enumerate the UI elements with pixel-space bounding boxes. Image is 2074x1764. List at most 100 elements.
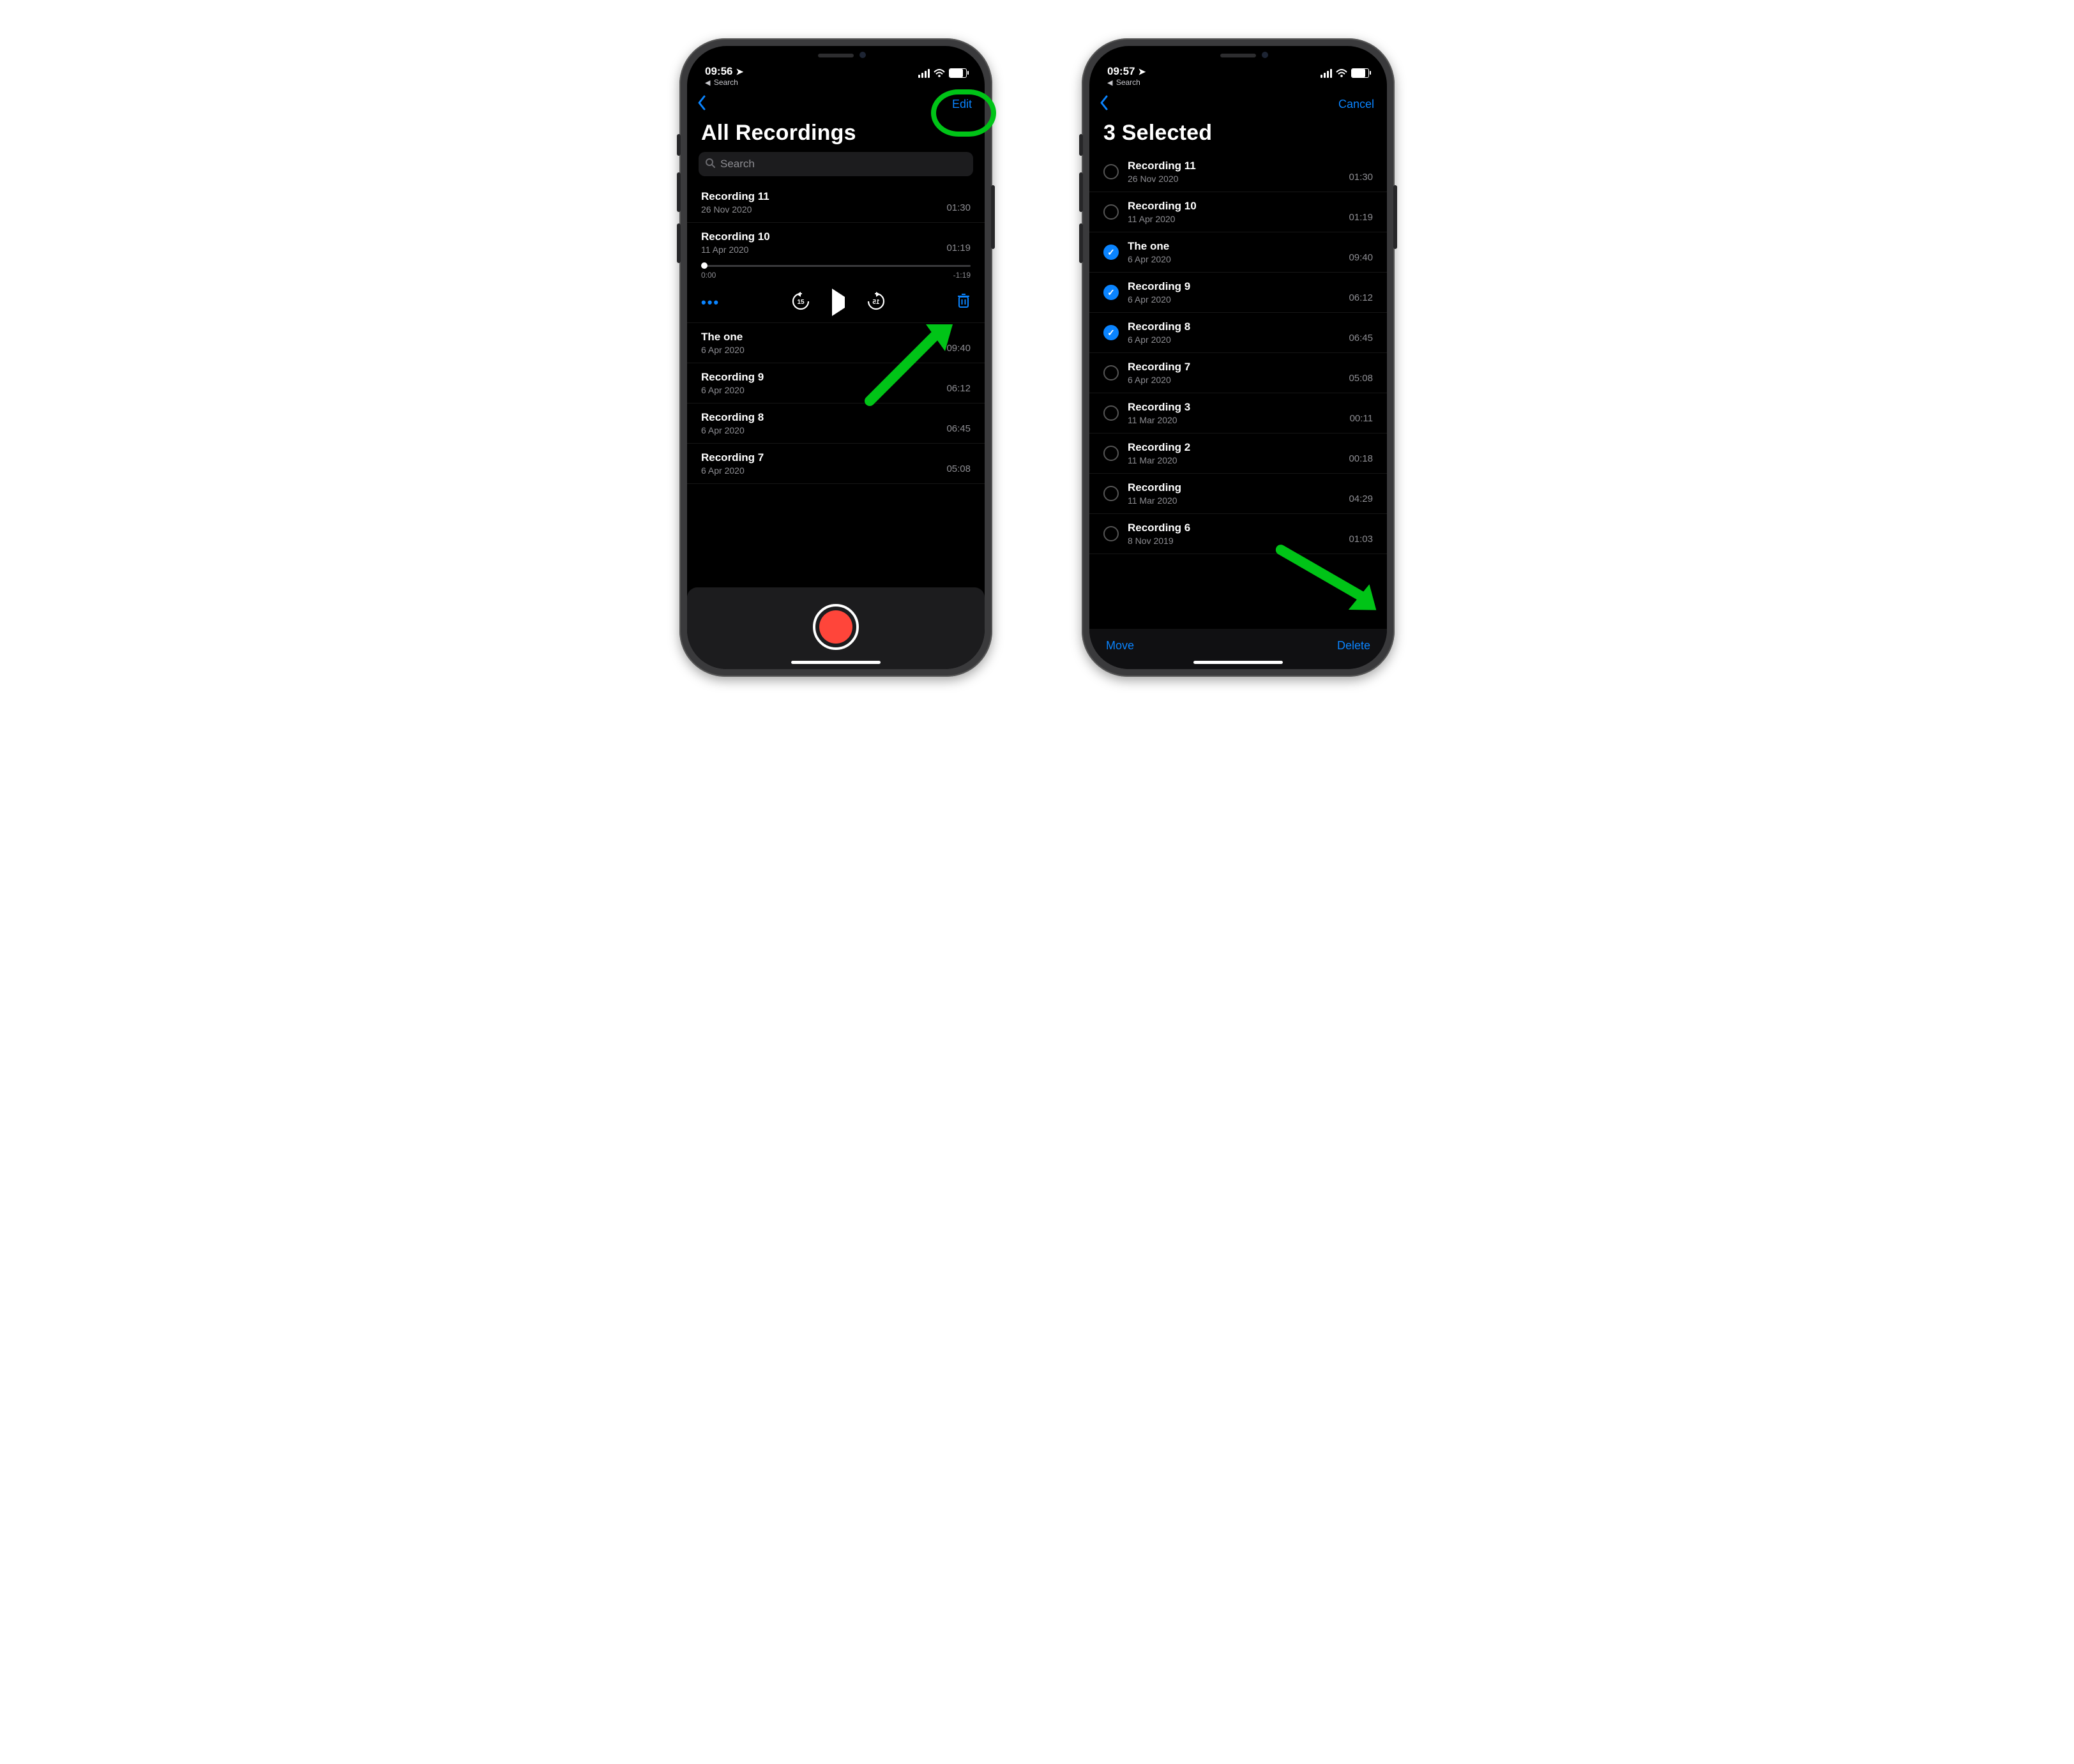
recording-duration: 01:30 xyxy=(1349,172,1373,184)
recording-date: 6 Apr 2020 xyxy=(1128,335,1340,345)
recording-name: The one xyxy=(701,331,937,343)
record-button[interactable] xyxy=(813,604,859,650)
phone-left: 09:56 ➤ ◀ Search Edit All Recordings Sea… xyxy=(679,38,992,677)
recordings-list[interactable]: Recording 11 26 Nov 2020 01:30 Recording… xyxy=(687,183,985,587)
battery-icon xyxy=(1351,68,1369,78)
recordings-list-selectable[interactable]: Recording 1126 Nov 202001:30Recording 10… xyxy=(1089,152,1387,629)
recording-row[interactable]: Recording 96 Apr 2020 06:12 xyxy=(687,363,985,403)
selection-checkbox[interactable] xyxy=(1103,285,1119,300)
cancel-button[interactable]: Cancel xyxy=(1338,98,1374,111)
recording-name: Recording 3 xyxy=(1128,401,1341,414)
remaining-time: -1:19 xyxy=(953,271,971,280)
recording-row[interactable]: Recording 76 Apr 202005:08 xyxy=(1089,353,1387,393)
recording-row[interactable]: Recording11 Mar 2020 04:29 xyxy=(1089,474,1387,514)
recording-row[interactable]: Recording 86 Apr 2020 06:45 xyxy=(687,403,985,444)
recording-row[interactable]: Recording 311 Mar 202000:11 xyxy=(1089,393,1387,433)
status-time: 09:57 xyxy=(1107,65,1135,78)
recording-duration: 01:30 xyxy=(946,202,971,215)
selection-checkbox[interactable] xyxy=(1103,164,1119,179)
record-dot-icon xyxy=(819,610,852,644)
power-button xyxy=(1393,185,1397,249)
breadcrumb-back[interactable]: ◀ Search xyxy=(687,78,985,87)
recording-row[interactable]: Recording 76 Apr 2020 05:08 xyxy=(687,444,985,484)
more-icon[interactable]: ••• xyxy=(701,294,720,311)
move-button[interactable]: Move xyxy=(1106,639,1134,652)
selection-checkbox[interactable] xyxy=(1103,405,1119,421)
recording-name: Recording 8 xyxy=(1128,320,1340,333)
recording-duration: 09:40 xyxy=(1349,252,1373,264)
selection-checkbox[interactable] xyxy=(1103,526,1119,541)
recording-row-expanded[interactable]: Recording 10 11 Apr 2020 01:19 xyxy=(687,223,985,257)
recording-duration: 06:12 xyxy=(946,383,971,395)
cellular-icon xyxy=(1321,69,1332,78)
status-indicators xyxy=(1321,68,1369,78)
recording-date: 26 Nov 2020 xyxy=(701,204,937,215)
location-icon: ➤ xyxy=(1138,66,1146,77)
recording-date: 6 Apr 2020 xyxy=(1128,294,1340,305)
recording-duration: 06:12 xyxy=(1349,292,1373,305)
elapsed-time: 0:00 xyxy=(701,271,716,280)
volume-up-button xyxy=(677,172,681,212)
skip-back-15-icon[interactable] xyxy=(791,291,810,313)
recording-duration: 04:29 xyxy=(1349,494,1373,506)
recording-name: Recording 9 xyxy=(1128,280,1340,293)
breadcrumb-back[interactable]: ◀ Search xyxy=(1089,78,1387,87)
wifi-icon xyxy=(934,69,945,78)
recording-duration: 01:19 xyxy=(1349,212,1373,224)
trash-icon[interactable] xyxy=(957,292,971,312)
delete-button[interactable]: Delete xyxy=(1337,639,1370,652)
selection-checkbox[interactable] xyxy=(1103,325,1119,340)
mute-switch xyxy=(677,134,681,156)
back-button[interactable] xyxy=(696,94,708,114)
recording-duration: 09:40 xyxy=(946,343,971,355)
recording-date: 8 Nov 2019 xyxy=(1128,536,1340,546)
recording-date: 11 Apr 2020 xyxy=(1128,214,1340,224)
play-icon xyxy=(832,289,845,316)
recording-row[interactable]: Recording 1011 Apr 202001:19 xyxy=(1089,192,1387,232)
recording-row[interactable]: Recording 11 26 Nov 2020 01:30 xyxy=(687,183,985,223)
recording-date: 6 Apr 2020 xyxy=(701,425,937,435)
battery-icon xyxy=(949,68,967,78)
back-button[interactable] xyxy=(1098,94,1110,114)
player-panel: 0:00 -1:19 ••• xyxy=(687,257,985,323)
recording-date: 11 Apr 2020 xyxy=(701,245,937,255)
recording-name: Recording xyxy=(1128,481,1340,494)
recording-name: Recording 7 xyxy=(1128,361,1340,373)
recording-date: 6 Apr 2020 xyxy=(1128,375,1340,385)
location-icon: ➤ xyxy=(736,66,743,77)
scrubber-knob[interactable] xyxy=(701,262,708,269)
volume-down-button xyxy=(1079,223,1083,263)
recording-row[interactable]: Recording 96 Apr 2020 06:12 xyxy=(1089,273,1387,313)
status-time: 09:56 xyxy=(705,65,732,78)
recording-duration: 06:45 xyxy=(1349,333,1373,345)
selection-checkbox[interactable] xyxy=(1103,204,1119,220)
selection-checkbox[interactable] xyxy=(1103,486,1119,501)
recording-row[interactable]: The one6 Apr 202009:40 xyxy=(1089,232,1387,273)
recording-row[interactable]: The one 6 Apr 2020 09:40 xyxy=(687,323,985,363)
recording-row[interactable]: Recording 8 6 Apr 2020 06:45 xyxy=(1089,313,1387,353)
home-indicator[interactable] xyxy=(791,661,881,664)
selection-checkbox[interactable] xyxy=(1103,446,1119,461)
edit-button[interactable]: Edit xyxy=(952,98,972,111)
recording-row[interactable]: Recording 68 Nov 201901:03 xyxy=(1089,514,1387,554)
recording-row[interactable]: Recording 1126 Nov 202001:30 xyxy=(1089,152,1387,192)
play-button[interactable] xyxy=(832,297,845,308)
recording-date: 11 Mar 2020 xyxy=(1128,495,1340,506)
volume-down-button xyxy=(677,223,681,263)
skip-forward-15-icon[interactable] xyxy=(867,291,886,313)
recording-date: 6 Apr 2020 xyxy=(1128,254,1340,264)
selection-checkbox[interactable] xyxy=(1103,365,1119,381)
page-title: 3 Selected xyxy=(1089,118,1387,152)
recording-name: Recording 2 xyxy=(1128,441,1340,454)
phone-right: 09:57 ➤ ◀ Search Cancel 3 Selected Recor… xyxy=(1082,38,1395,677)
recording-date: 11 Mar 2020 xyxy=(1128,415,1341,425)
search-input[interactable]: Search xyxy=(699,152,973,176)
mute-switch xyxy=(1079,134,1083,156)
record-footer xyxy=(687,587,985,669)
recording-row[interactable]: Recording 211 Mar 202000:18 xyxy=(1089,433,1387,474)
home-indicator[interactable] xyxy=(1193,661,1283,664)
selection-checkbox[interactable] xyxy=(1103,245,1119,260)
recording-date: 6 Apr 2020 xyxy=(701,345,937,355)
scrubber[interactable] xyxy=(701,265,971,267)
notch xyxy=(1171,46,1305,65)
